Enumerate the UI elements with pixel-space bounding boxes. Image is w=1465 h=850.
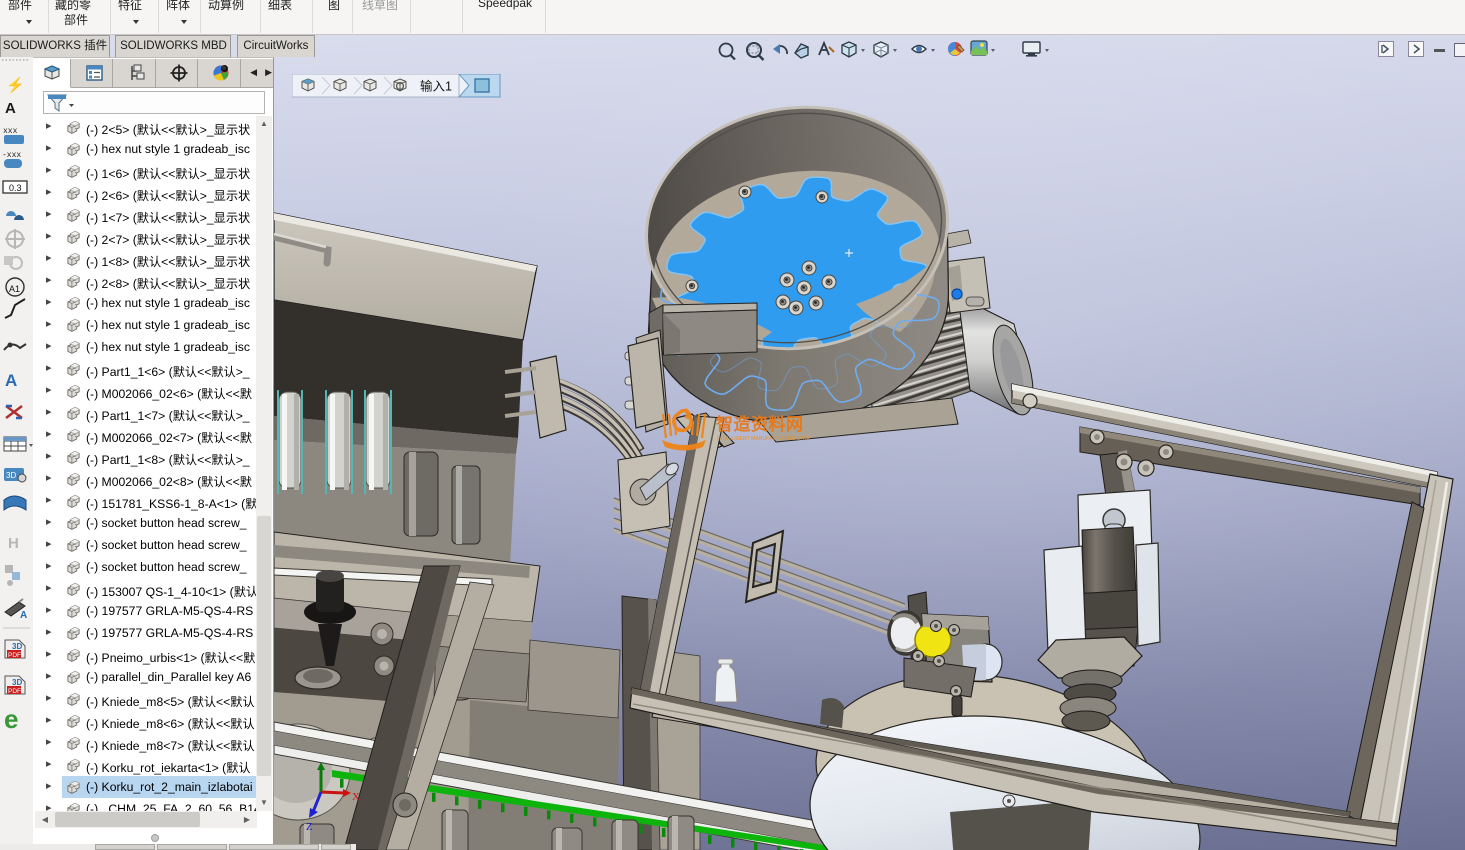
- svg-text:INTELLIGENT MANUFACTURING DATA: INTELLIGENT MANUFACTURING DATA: [717, 436, 810, 442]
- svg-text:xxx: xxx: [3, 127, 18, 136]
- svg-text:H: H: [8, 535, 19, 552]
- svg-text:0.3: 0.3: [9, 183, 22, 193]
- svg-text:PDF: PDF: [8, 688, 21, 695]
- svg-text:-xxx: -xxx: [2, 151, 21, 160]
- svg-text:3D: 3D: [12, 642, 22, 651]
- svg-text:X: X: [352, 791, 360, 803]
- svg-text:Z: Z: [306, 821, 313, 833]
- svg-text:A1: A1: [9, 284, 20, 294]
- svg-text:A: A: [20, 610, 27, 621]
- svg-text:⚡: ⚡: [6, 76, 25, 94]
- svg-text:PDF: PDF: [8, 652, 21, 659]
- svg-text:智造资料网: 智造资料网: [716, 414, 804, 434]
- svg-text:A: A: [5, 100, 16, 117]
- svg-text:e: e: [4, 704, 18, 734]
- svg-text:输入1: 输入1: [420, 79, 452, 94]
- svg-text:3D: 3D: [6, 471, 16, 480]
- svg-text:A: A: [5, 371, 17, 390]
- svg-text:3D: 3D: [12, 678, 22, 687]
